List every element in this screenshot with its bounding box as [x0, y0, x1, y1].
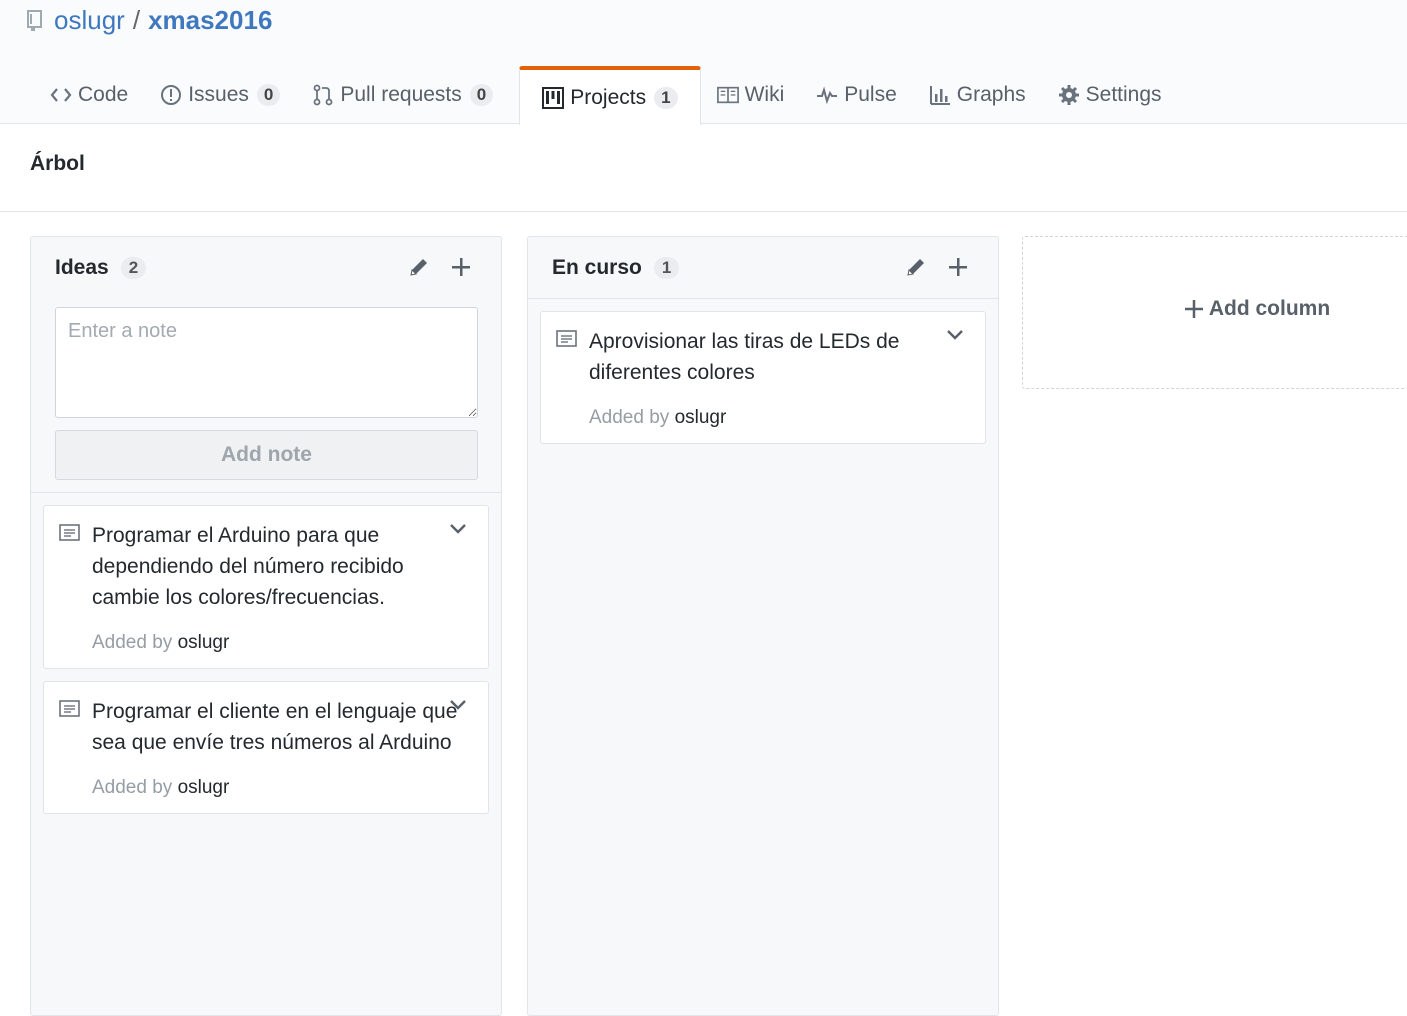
- pull-request-icon: [312, 84, 334, 106]
- add-note-button[interactable]: Add note: [55, 430, 478, 480]
- repo-header: oslugr / xmas2016 Code Issues 0 Pull req…: [0, 0, 1407, 125]
- add-note-form: Add note: [31, 299, 501, 493]
- tab-projects-label: Projects: [570, 85, 647, 109]
- plus-icon: [1184, 299, 1204, 319]
- tab-pulse-label: Pulse: [844, 83, 897, 106]
- added-by-label: Added by: [92, 632, 173, 653]
- add-card-plus-icon[interactable]: [946, 255, 970, 279]
- pencil-icon[interactable]: [407, 255, 431, 279]
- column-actions: [407, 255, 473, 279]
- repo-separator: /: [132, 4, 141, 35]
- repo-nav-tabs: Code Issues 0 Pull requests 0 Projects 1: [34, 66, 1178, 125]
- card-meta: Added by oslugr: [92, 777, 464, 799]
- card-note-text: Programar el Arduino para que dependiend…: [92, 524, 404, 609]
- tab-settings[interactable]: Settings: [1042, 66, 1178, 124]
- issue-icon: [160, 84, 182, 106]
- tab-graphs[interactable]: Graphs: [913, 66, 1042, 124]
- tab-wiki-label: Wiki: [744, 83, 785, 106]
- project-card[interactable]: Programar el Arduino para que dependiend…: [43, 505, 489, 669]
- project-card[interactable]: Programar el cliente en el lenguaje que …: [43, 681, 489, 814]
- card-author-link[interactable]: oslugr: [178, 777, 230, 798]
- note-icon: [59, 524, 81, 542]
- issues-counter: 0: [256, 84, 281, 106]
- card-author-link[interactable]: oslugr: [675, 407, 727, 428]
- column-title: En curso: [552, 255, 642, 279]
- add-column-button[interactable]: Add column: [1184, 297, 1330, 321]
- note-icon: [59, 700, 81, 718]
- tab-settings-label: Settings: [1085, 83, 1162, 106]
- repo-title: oslugr / xmas2016: [26, 4, 272, 36]
- card-author-link[interactable]: oslugr: [178, 632, 230, 653]
- book-icon: [716, 84, 739, 106]
- add-card-plus-icon[interactable]: [449, 255, 473, 279]
- tab-code-label: Code: [78, 83, 129, 106]
- pull-requests-counter: 0: [469, 84, 494, 106]
- tab-wiki[interactable]: Wiki: [701, 66, 801, 124]
- repo-icon: [26, 9, 44, 31]
- chevron-down-icon[interactable]: [945, 328, 965, 342]
- chevron-down-icon[interactable]: [448, 522, 468, 536]
- add-column-label: Add column: [1208, 296, 1331, 320]
- tab-issues-label: Issues: [188, 83, 249, 106]
- tab-pulse[interactable]: Pulse: [800, 66, 913, 124]
- header-divider: [0, 211, 1407, 212]
- tab-projects[interactable]: Projects 1: [519, 66, 701, 125]
- repo-owner-link[interactable]: oslugr: [54, 5, 125, 36]
- pulse-icon: [816, 84, 838, 106]
- added-by-label: Added by: [92, 777, 173, 798]
- note-input[interactable]: [55, 307, 478, 418]
- tab-pull-requests-label: Pull requests: [340, 83, 462, 106]
- project-column-en-curso: En curso 1 Aprovisionar las tiras de LED…: [527, 236, 999, 1016]
- project-title: Árbol: [30, 152, 85, 175]
- project-icon: [542, 86, 565, 109]
- note-icon: [556, 330, 578, 348]
- project-card[interactable]: Aprovisionar las tiras de LEDs de difere…: [540, 311, 986, 444]
- gear-icon: [1058, 84, 1080, 106]
- tab-graphs-label: Graphs: [956, 83, 1026, 106]
- projects-counter: 1: [654, 86, 678, 109]
- pencil-icon[interactable]: [904, 255, 928, 279]
- repo-name-link[interactable]: xmas2016: [148, 5, 272, 36]
- tab-pull-requests[interactable]: Pull requests 0: [296, 66, 509, 124]
- card-meta: Added by oslugr: [589, 407, 961, 429]
- card-note-text: Aprovisionar las tiras de LEDs de difere…: [589, 330, 900, 384]
- code-icon: [50, 84, 72, 106]
- card-meta: Added by oslugr: [92, 632, 464, 654]
- column-header: En curso 1: [528, 237, 998, 299]
- chevron-down-icon[interactable]: [448, 698, 468, 712]
- column-card-count: 1: [653, 256, 680, 279]
- graph-icon: [929, 84, 951, 106]
- card-note-text: Programar el cliente en el lenguaje que …: [92, 700, 458, 754]
- project-column-ideas: Ideas 2 Add note Programar el Arduino pa…: [30, 236, 502, 1016]
- column-card-count: 2: [120, 257, 147, 279]
- column-header: Ideas 2: [31, 237, 501, 299]
- tab-code[interactable]: Code: [34, 66, 144, 124]
- column-title: Ideas: [55, 256, 109, 279]
- tab-issues[interactable]: Issues 0: [144, 66, 296, 124]
- add-column-area: Add column: [1022, 236, 1407, 389]
- added-by-label: Added by: [589, 407, 670, 428]
- column-actions: [904, 255, 970, 279]
